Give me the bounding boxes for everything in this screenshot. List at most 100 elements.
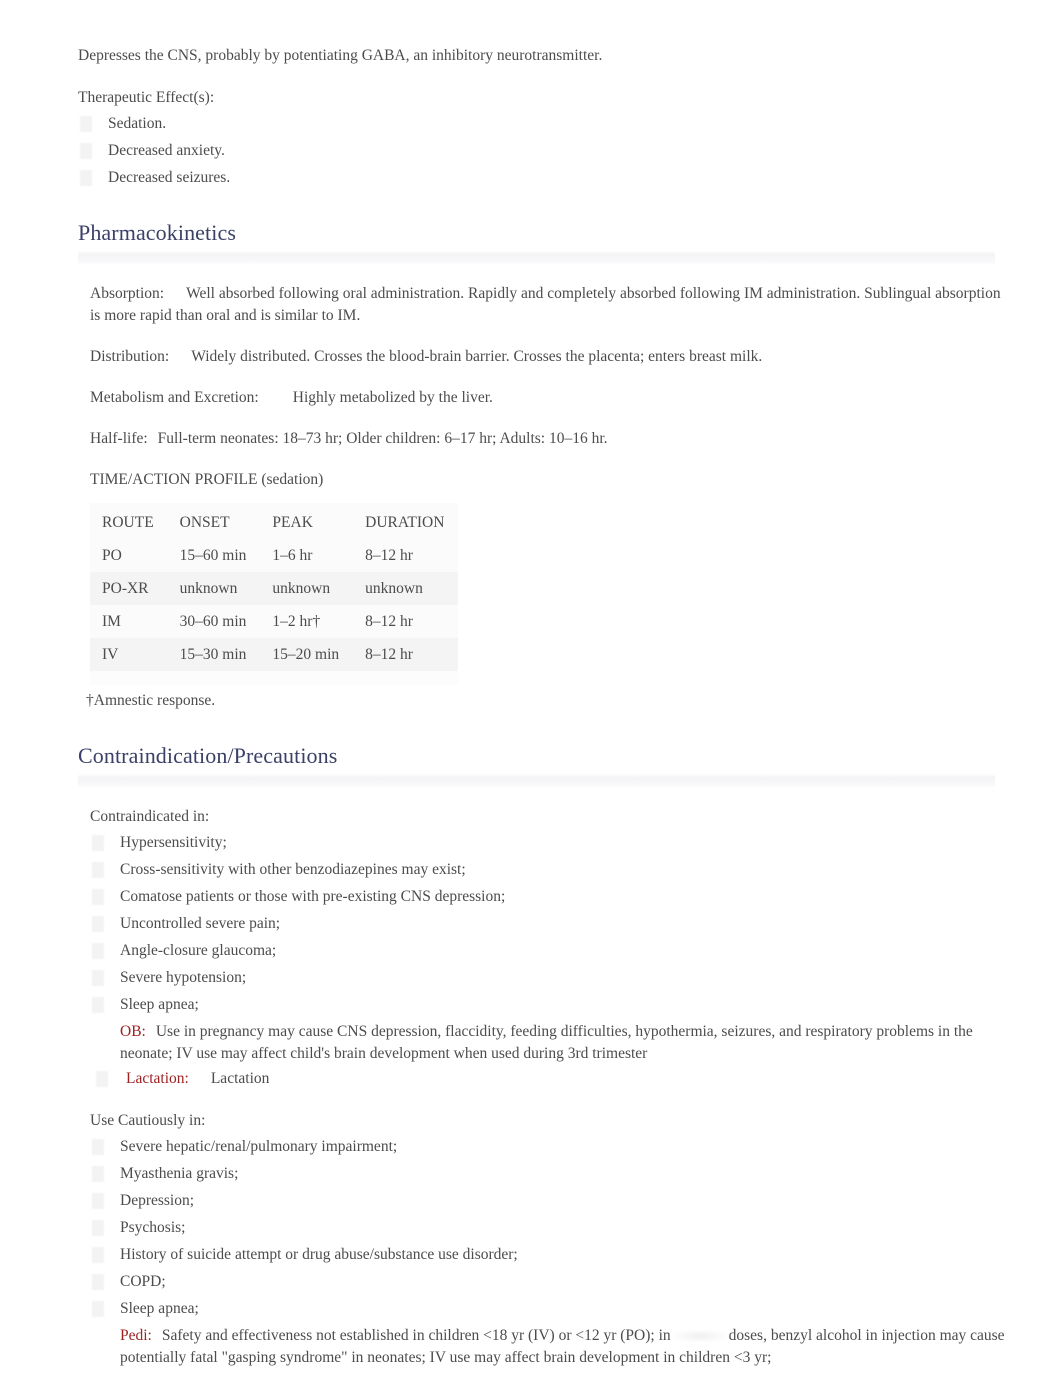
list-item-label: Decreased anxiety. bbox=[108, 142, 225, 159]
list-item-label: Comatose patients or those with pre-exis… bbox=[120, 888, 506, 905]
bullet-icon bbox=[80, 116, 92, 132]
list-item-label: COPD; bbox=[120, 1273, 166, 1290]
pharmacokinetics-body: Absorption: Well absorbed following oral … bbox=[78, 283, 1008, 712]
list-item-label: History of suicide attempt or drug abuse… bbox=[120, 1246, 518, 1263]
list-item: Depression; bbox=[90, 1190, 1008, 1212]
cell-onset: unknown bbox=[179, 580, 238, 597]
lactation-text: Lactation bbox=[210, 1070, 270, 1087]
bullet-icon bbox=[92, 970, 104, 986]
cell-duration: 8–12 hr bbox=[365, 613, 413, 630]
page-title-contraindications: Contraindication/Precautions bbox=[78, 743, 338, 768]
bullet-icon bbox=[92, 943, 104, 959]
cell-peak: 15–20 min bbox=[272, 646, 340, 663]
cell-onset: 15–30 min bbox=[179, 646, 247, 663]
use-cautiously-in-label: Use Cautiously in: bbox=[90, 1112, 206, 1129]
table-row: PO 15–60 min 1–6 hr 8–12 hr bbox=[90, 539, 459, 572]
cell-duration: unknown bbox=[365, 580, 423, 597]
intro-paragraph: Depresses the CNS, probably by potentiat… bbox=[78, 47, 603, 64]
list-item-label: Sleep apnea; bbox=[120, 996, 199, 1013]
intro-block: Depresses the CNS, probably by potentiat… bbox=[78, 45, 1008, 67]
cell-peak: 1–6 hr bbox=[272, 547, 313, 564]
time-action-profile-title: TIME/ACTION PROFILE (sedation) bbox=[90, 471, 324, 488]
bullet-icon bbox=[92, 1247, 104, 1263]
time-action-profile-table: ROUTE ONSET PEAK DURATION PO 15–60 min 1… bbox=[90, 503, 459, 671]
cell-onset: 15–60 min bbox=[179, 547, 247, 564]
bullet-icon bbox=[92, 1220, 104, 1236]
list-item-label: Angle-closure glaucoma; bbox=[120, 942, 277, 959]
contraindications-body: Contraindicated in: Hypersensitivity; Cr… bbox=[78, 806, 1008, 1369]
table-row: PO-XR unknown unknown unknown bbox=[90, 572, 459, 605]
cell-route: IV bbox=[102, 646, 119, 663]
absorption-text: Well absorbed following oral administrat… bbox=[90, 285, 1001, 324]
bullet-icon bbox=[80, 143, 92, 159]
cell-peak: unknown bbox=[272, 580, 331, 597]
table-row: IM 30–60 min 1–2 hr† 8–12 hr bbox=[90, 605, 459, 638]
list-item: History of suicide attempt or drug abuse… bbox=[90, 1244, 1008, 1266]
cell-route: IM bbox=[102, 613, 121, 630]
ob-text: Use in pregnancy may cause CNS depressio… bbox=[120, 1023, 973, 1062]
cell-route: PO-XR bbox=[102, 580, 149, 597]
list-item: Decreased anxiety. bbox=[78, 140, 1008, 162]
list-item-label: Decreased seizures. bbox=[108, 169, 231, 186]
halflife-paragraph: Half-life: Full-term neonates: 18–73 hr; … bbox=[90, 428, 1008, 450]
bullet-icon bbox=[92, 997, 104, 1013]
metabolism-paragraph: Metabolism and Excretion: Highly metaboli… bbox=[90, 387, 1008, 409]
list-item: Comatose patients or those with pre-exis… bbox=[90, 886, 1008, 908]
use-cautiously-in-list: Severe hepatic/renal/pulmonary impairmen… bbox=[90, 1136, 1008, 1369]
therapeutic-effects-block: Therapeutic Effect(s): Sedation. Decreas… bbox=[78, 87, 1008, 189]
list-item: Myasthenia gravis; bbox=[90, 1163, 1008, 1185]
bullet-icon bbox=[92, 1166, 104, 1182]
absorption-label: Absorption: bbox=[90, 285, 165, 302]
ob-label: OB: bbox=[120, 1023, 146, 1040]
metabolism-label: Metabolism and Excretion: bbox=[90, 389, 259, 406]
table-header-row: ROUTE ONSET PEAK DURATION bbox=[90, 503, 459, 539]
list-item-label: Hypersensitivity; bbox=[120, 834, 227, 851]
list-item-label: Depression; bbox=[120, 1192, 195, 1209]
list-item: Sleep apnea; bbox=[90, 1298, 1008, 1320]
bullet-icon bbox=[92, 835, 104, 851]
bullet-icon bbox=[92, 1139, 104, 1155]
halflife-text: Full-term neonates: 18–73 hr; Older chil… bbox=[157, 430, 608, 447]
column-header-peak: PEAK bbox=[272, 514, 313, 531]
cell-onset: 30–60 min bbox=[179, 613, 247, 630]
document-page: Depresses the CNS, probably by potentiat… bbox=[0, 0, 1062, 1376]
list-item: Decreased seizures. bbox=[78, 167, 1008, 189]
list-item-obstetric: OB: Use in pregnancy may cause CNS depres… bbox=[90, 1021, 1008, 1065]
list-item-label: Psychosis; bbox=[120, 1219, 186, 1236]
list-item: Severe hypotension; bbox=[90, 967, 1008, 989]
list-item: Uncontrolled severe pain; bbox=[90, 913, 1008, 935]
list-item-label: Cross-sensitivity with other benzodiazep… bbox=[120, 861, 466, 878]
cell-duration: 8–12 hr bbox=[365, 646, 413, 663]
list-item-label: Sleep apnea; bbox=[120, 1300, 199, 1317]
contraindicated-in-list: Hypersensitivity; Cross-sensitivity with… bbox=[90, 832, 1008, 1090]
list-item: Angle-closure glaucoma; bbox=[90, 940, 1008, 962]
list-item: Severe hepatic/renal/pulmonary impairmen… bbox=[90, 1136, 1008, 1158]
bullet-icon bbox=[92, 1274, 104, 1290]
list-item-label: Sedation. bbox=[108, 115, 167, 132]
bullet-icon bbox=[92, 1193, 104, 1209]
therapeutic-effects-list: Sedation. Decreased anxiety. Decreased s… bbox=[78, 113, 1008, 189]
missing-image-placeholder-icon bbox=[670, 1329, 729, 1344]
list-item-label: Uncontrolled severe pain; bbox=[120, 915, 281, 932]
absorption-paragraph: Absorption: Well absorbed following oral … bbox=[90, 283, 1008, 327]
time-action-profile-table-wrapper: ROUTE ONSET PEAK DURATION PO 15–60 min 1… bbox=[90, 503, 459, 685]
list-item-pediatric: Pedi: Safety and effectiveness not establ… bbox=[90, 1325, 1008, 1369]
bullet-icon bbox=[92, 1301, 104, 1317]
list-item-lactation: Lactation: Lactation bbox=[90, 1068, 1008, 1090]
distribution-label: Distribution: bbox=[90, 348, 170, 365]
cell-peak: 1–2 hr† bbox=[272, 613, 321, 630]
list-item-label: Severe hypotension; bbox=[120, 969, 247, 986]
bullet-icon bbox=[92, 889, 104, 905]
column-header-duration: DURATION bbox=[365, 514, 445, 531]
section-pharmacokinetics: Pharmacokinetics Absorption: Well absorbe… bbox=[78, 219, 1008, 712]
list-item-label: Severe hepatic/renal/pulmonary impairmen… bbox=[120, 1138, 398, 1155]
document-content: Depresses the CNS, probably by potentiat… bbox=[78, 45, 1008, 1372]
column-header-route: ROUTE bbox=[102, 514, 154, 531]
section-contraindications: Contraindication/Precautions Contraindic… bbox=[78, 742, 1008, 1369]
list-item: Sedation. bbox=[78, 113, 1008, 135]
lactation-label: Lactation: bbox=[126, 1070, 189, 1087]
list-item: Psychosis; bbox=[90, 1217, 1008, 1239]
list-item: COPD; bbox=[90, 1271, 1008, 1293]
pedi-label: Pedi: bbox=[120, 1327, 152, 1344]
page-title-pharmacokinetics: Pharmacokinetics bbox=[78, 220, 236, 245]
